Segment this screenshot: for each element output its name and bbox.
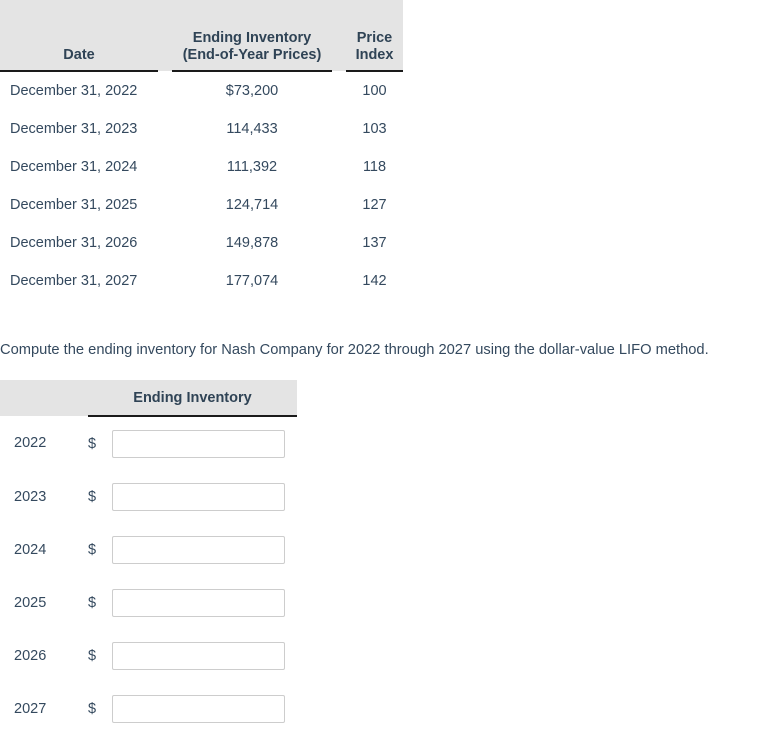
column-header-date: Date bbox=[0, 0, 158, 72]
cell-price-index: 100 bbox=[346, 71, 403, 110]
table-row: December 31, 2027 177,074 142 bbox=[0, 262, 403, 300]
column-header-ending-inventory-label: Ending Inventory (End-of-Year Prices) bbox=[172, 30, 332, 70]
table-row: December 31, 2022 $73,200 100 bbox=[0, 71, 403, 110]
column-header-price-index-line2: Index bbox=[355, 47, 394, 63]
answer-field-group: $ bbox=[88, 694, 297, 723]
cell-date: December 31, 2022 bbox=[0, 71, 158, 110]
answer-row-year: 2022 bbox=[0, 416, 88, 470]
table-row: December 31, 2023 114,433 103 bbox=[0, 110, 403, 148]
answer-row-field: $ bbox=[88, 416, 297, 470]
column-gap-1 bbox=[158, 0, 172, 71]
answer-row: 2024 $ bbox=[0, 523, 297, 576]
answer-row-field: $ bbox=[88, 629, 297, 682]
cell-ending-inventory: 124,714 bbox=[172, 186, 332, 224]
answer-field-group: $ bbox=[88, 482, 297, 511]
cell-gap bbox=[158, 148, 172, 186]
table-row: December 31, 2026 149,878 137 bbox=[0, 224, 403, 262]
answer-column-header-ending-inventory: Ending Inventory bbox=[88, 380, 297, 417]
ending-inventory-input-2024[interactable] bbox=[112, 535, 285, 564]
answer-row: 2025 $ bbox=[0, 576, 297, 629]
cell-date: December 31, 2027 bbox=[0, 262, 158, 300]
ending-inventory-input-2022[interactable] bbox=[112, 429, 285, 458]
cell-ending-inventory: 149,878 bbox=[172, 224, 332, 262]
answer-row-field: $ bbox=[88, 576, 297, 629]
answer-row-year: 2027 bbox=[0, 682, 88, 735]
answer-row-year: 2023 bbox=[0, 470, 88, 523]
cell-price-index: 137 bbox=[346, 224, 403, 262]
cell-gap bbox=[332, 224, 346, 262]
answer-row-year: 2025 bbox=[0, 576, 88, 629]
cell-gap bbox=[332, 71, 346, 110]
inventory-data-table-body: December 31, 2022 $73,200 100 December 31, … bbox=[0, 71, 403, 300]
cell-gap bbox=[332, 110, 346, 148]
cell-price-index: 118 bbox=[346, 148, 403, 186]
answer-section: Ending Inventory 2022 $2023 $2024 $2025 $202… bbox=[0, 380, 297, 735]
currency-symbol: $ bbox=[88, 700, 97, 717]
answer-row: 2023 $ bbox=[0, 470, 297, 523]
answer-row: 2026 $ bbox=[0, 629, 297, 682]
cell-ending-inventory: 111,392 bbox=[172, 148, 332, 186]
answer-column-header-year bbox=[0, 380, 88, 416]
currency-symbol: $ bbox=[88, 594, 97, 611]
cell-gap bbox=[158, 186, 172, 224]
answer-row-field: $ bbox=[88, 470, 297, 523]
table-row: December 31, 2025 124,714 127 bbox=[0, 186, 403, 224]
inventory-data-table: Date Ending Inventory (End-of-Year Price… bbox=[0, 0, 403, 300]
cell-ending-inventory: 114,433 bbox=[172, 110, 332, 148]
ending-inventory-input-2026[interactable] bbox=[112, 641, 285, 670]
cell-gap bbox=[332, 262, 346, 300]
cell-gap bbox=[158, 262, 172, 300]
column-header-date-label: Date bbox=[63, 47, 95, 63]
answer-field-group: $ bbox=[88, 641, 297, 670]
cell-price-index: 127 bbox=[346, 186, 403, 224]
column-gap-2 bbox=[332, 0, 346, 71]
answer-entry-table: Ending Inventory 2022 $2023 $2024 $2025 $202… bbox=[0, 380, 297, 735]
question-prompt: Compute the ending inventory for Nash Co… bbox=[0, 342, 709, 358]
currency-symbol: $ bbox=[88, 647, 97, 664]
cell-gap bbox=[158, 110, 172, 148]
answer-field-group: $ bbox=[88, 535, 297, 564]
cell-gap bbox=[332, 186, 346, 224]
currency-symbol: $ bbox=[88, 435, 97, 452]
cell-date: December 31, 2025 bbox=[0, 186, 158, 224]
column-header-ending-inventory-line1: Ending Inventory bbox=[192, 30, 312, 46]
cell-gap bbox=[332, 148, 346, 186]
cell-gap bbox=[158, 224, 172, 262]
column-header-price-index: Price Index bbox=[346, 0, 403, 72]
answer-field-group: $ bbox=[88, 429, 297, 458]
column-header-ending-inventory-line2: (End-of-Year Prices) bbox=[182, 47, 322, 63]
table-header-row: Date Ending Inventory (End-of-Year Price… bbox=[0, 0, 403, 72]
inventory-data-table-head: Date Ending Inventory (End-of-Year Price… bbox=[0, 0, 403, 72]
answer-row: 2022 $ bbox=[0, 416, 297, 470]
cell-date: December 31, 2026 bbox=[0, 224, 158, 262]
cell-price-index: 103 bbox=[346, 110, 403, 148]
answer-field-group: $ bbox=[88, 588, 297, 617]
ending-inventory-input-2027[interactable] bbox=[112, 694, 285, 723]
answer-table-head: Ending Inventory bbox=[0, 380, 297, 417]
answer-row-field: $ bbox=[88, 682, 297, 735]
answer-row-year: 2026 bbox=[0, 629, 88, 682]
ending-inventory-input-2023[interactable] bbox=[112, 482, 285, 511]
answer-header-row: Ending Inventory bbox=[0, 380, 297, 417]
cell-ending-inventory: 177,074 bbox=[172, 262, 332, 300]
column-header-price-index-label: Price Index bbox=[346, 30, 403, 70]
column-header-price-index-line1: Price bbox=[356, 30, 393, 46]
currency-symbol: $ bbox=[88, 541, 97, 558]
currency-symbol: $ bbox=[88, 488, 97, 505]
cell-date: December 31, 2023 bbox=[0, 110, 158, 148]
column-header-ending-inventory: Ending Inventory (End-of-Year Prices) bbox=[172, 0, 332, 72]
cell-price-index: 142 bbox=[346, 262, 403, 300]
answer-table-body: 2022 $2023 $2024 $2025 $2026 $2027 $ bbox=[0, 416, 297, 735]
cell-ending-inventory: $73,200 bbox=[172, 71, 332, 110]
cell-date: December 31, 2024 bbox=[0, 148, 158, 186]
ending-inventory-input-2025[interactable] bbox=[112, 588, 285, 617]
answer-row: 2027 $ bbox=[0, 682, 297, 735]
cell-gap bbox=[158, 71, 172, 110]
table-row: December 31, 2024 111,392 118 bbox=[0, 148, 403, 186]
answer-row-year: 2024 bbox=[0, 523, 88, 576]
answer-row-field: $ bbox=[88, 523, 297, 576]
